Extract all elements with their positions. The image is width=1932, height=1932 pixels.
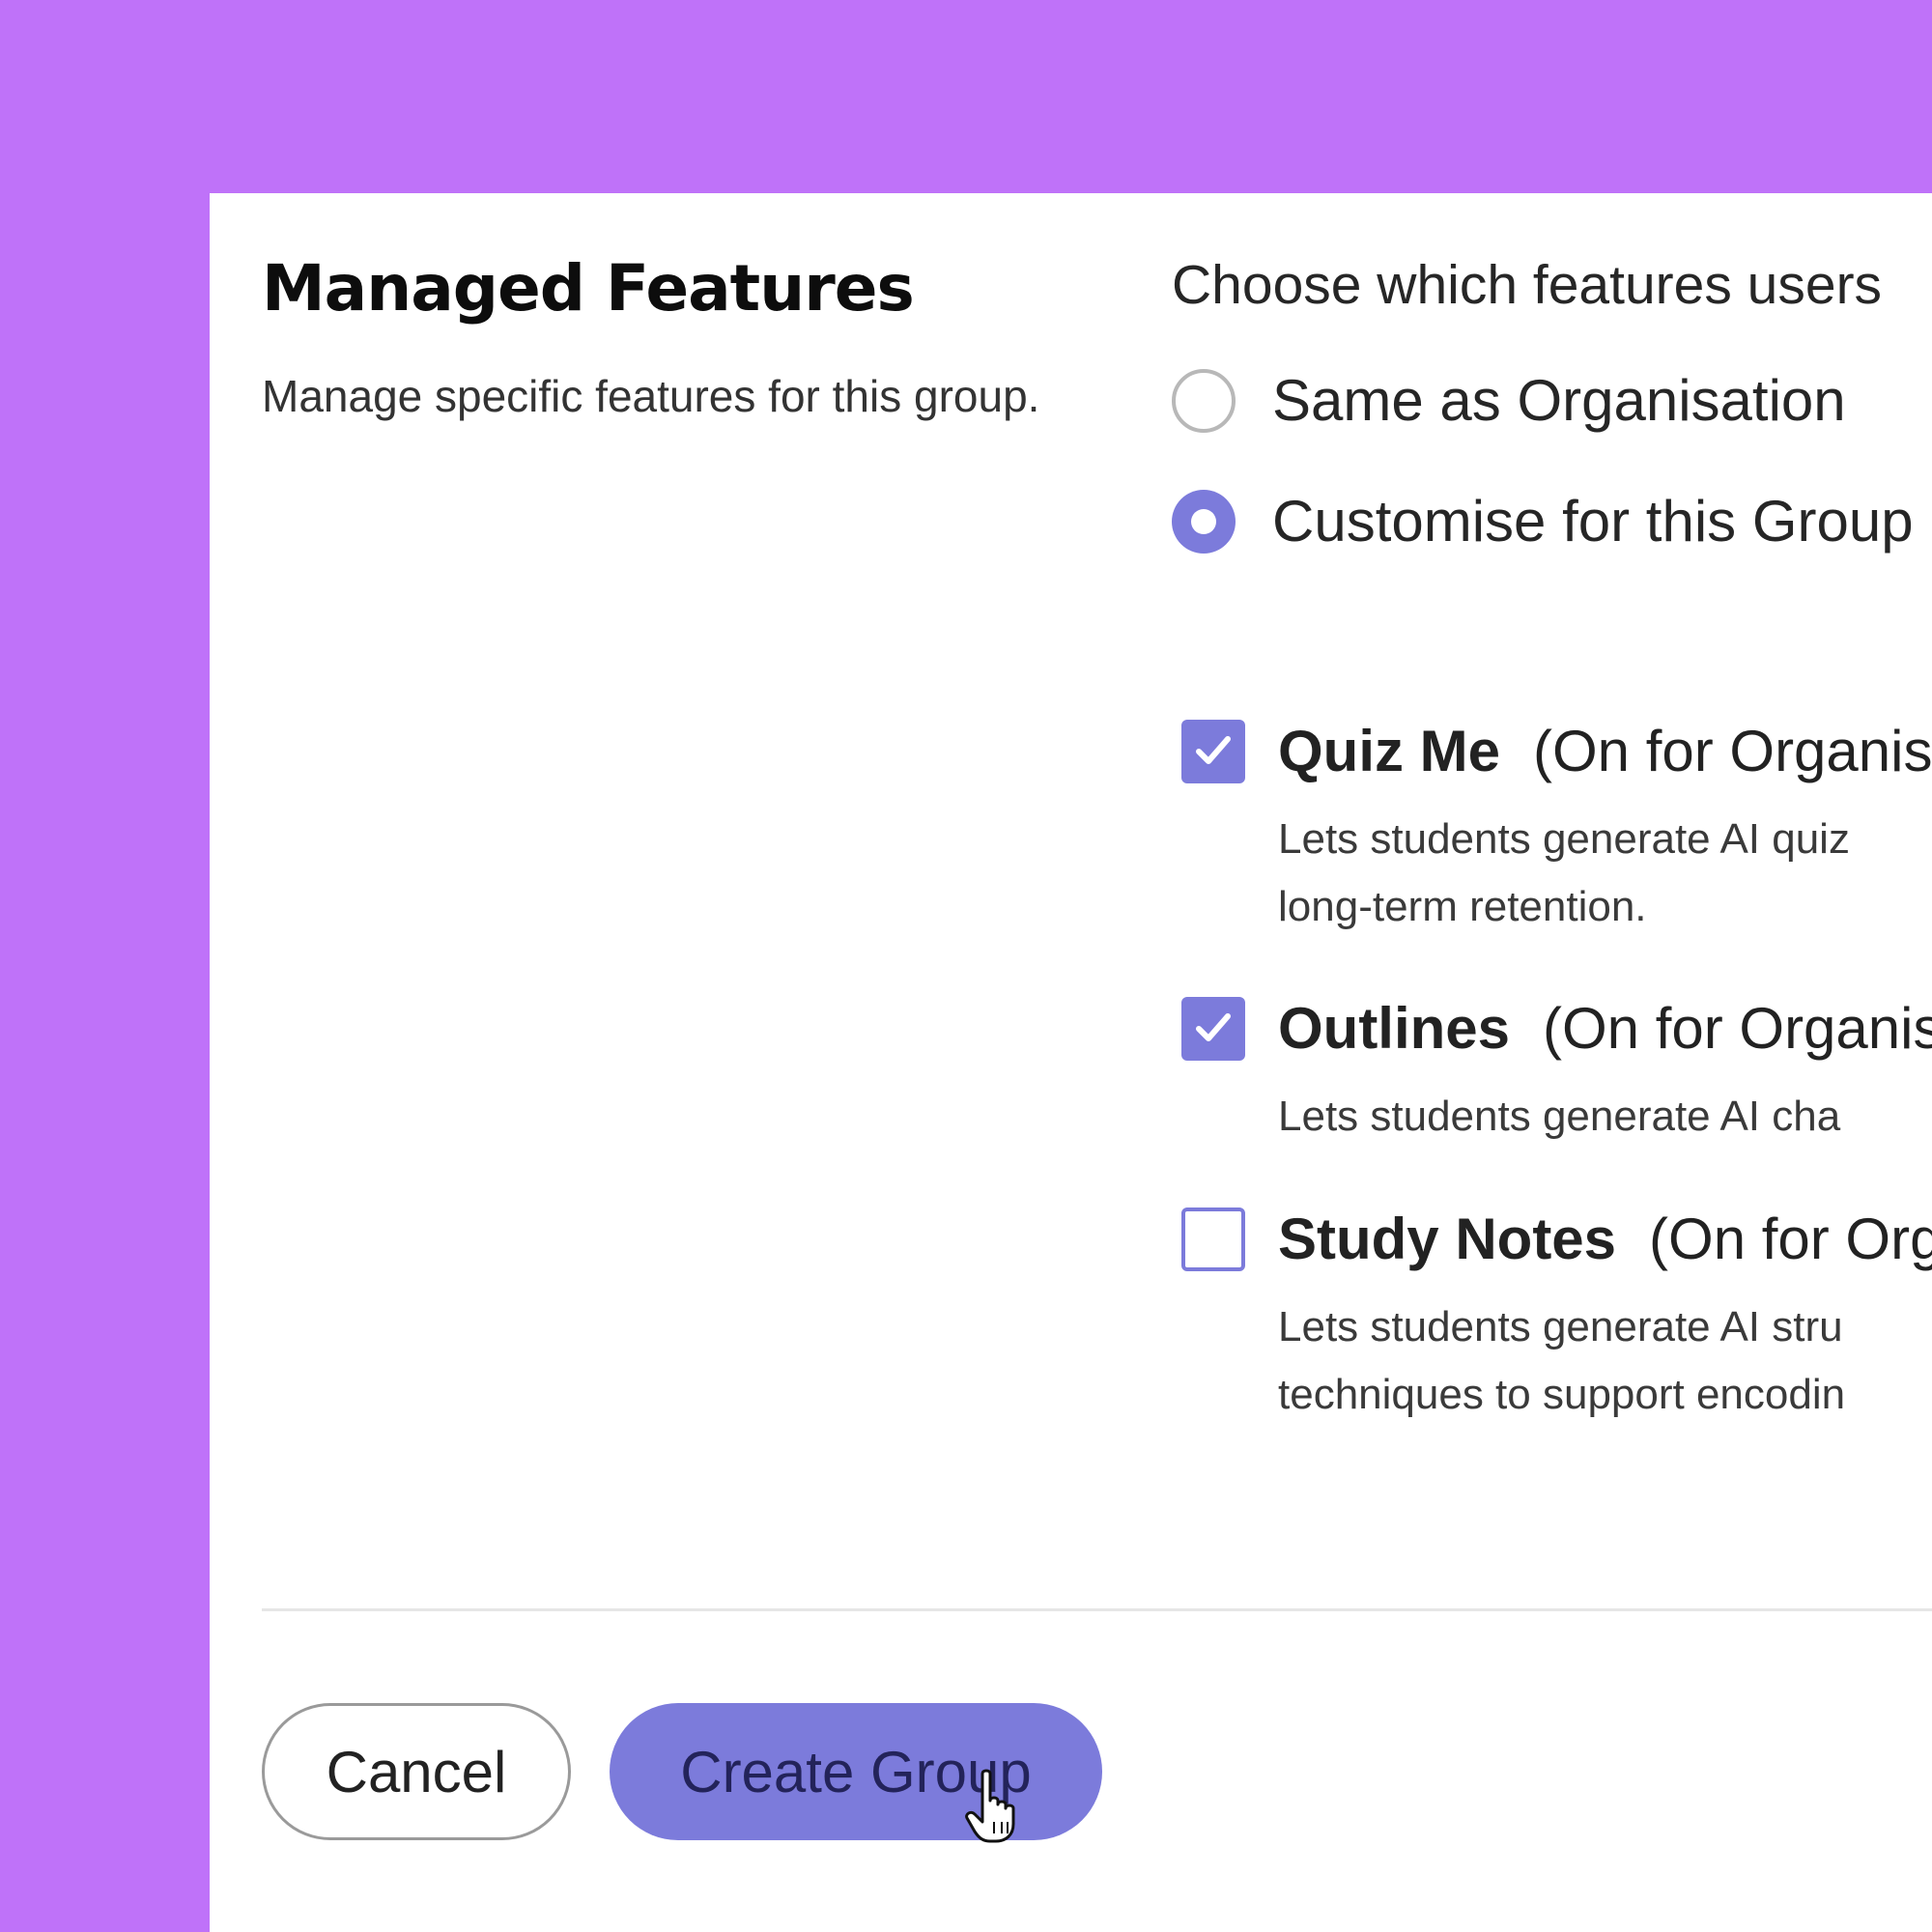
feature-name: Quiz Me <box>1278 719 1501 783</box>
radio-button-selected[interactable] <box>1172 489 1236 554</box>
feature-description-line: Lets students generate AI stru <box>1278 1303 1843 1350</box>
feature-settings: Choose which features users Same as Orga… <box>1172 193 1932 1739</box>
feature-name: Study Notes <box>1278 1207 1617 1271</box>
check-icon <box>1196 1012 1231 1041</box>
radio-label: Same as Organisation <box>1272 368 1846 433</box>
radio-same-as-organisation[interactable]: Same as Organisation <box>1172 367 1846 434</box>
radio-button-unselected[interactable] <box>1172 368 1236 433</box>
feature-org-status: (On for Org <box>1649 1207 1932 1271</box>
feature-name: Outlines <box>1278 996 1511 1061</box>
study-notes-checkbox[interactable] <box>1181 1207 1245 1271</box>
footer-divider <box>262 1608 1932 1611</box>
feature-item-outlines: Outlines (On for Organis Lets students g… <box>1181 995 1932 1151</box>
feature-description-line: techniques to support encodin <box>1278 1371 1846 1418</box>
feature-item-quiz-me: Quiz Me (On for Organis Lets students ge… <box>1181 718 1932 941</box>
page-subtitle: Manage specific features for this group. <box>262 371 1040 421</box>
feature-description-line: long-term retention. <box>1278 883 1647 930</box>
feature-description-line: Lets students generate AI quiz <box>1278 815 1850 863</box>
feature-description: Lets students generate AI cha <box>1278 1083 1932 1151</box>
quiz-me-checkbox[interactable] <box>1181 719 1245 783</box>
radio-label: Customise for this Group <box>1272 489 1914 554</box>
feature-org-status: (On for Organis <box>1543 996 1932 1061</box>
feature-description: Lets students generate AI quiz long-term… <box>1278 806 1932 941</box>
check-icon <box>1196 735 1231 764</box>
feature-org-status: (On for Organis <box>1533 719 1932 783</box>
feature-item-study-notes: Study Notes (On for Org Lets students ge… <box>1181 1206 1932 1429</box>
cancel-button[interactable]: Cancel <box>262 1703 571 1840</box>
radio-customise-for-group[interactable]: Customise for this Group <box>1172 488 1914 554</box>
feature-description: Lets students generate AI stru technique… <box>1278 1293 1932 1429</box>
outlines-checkbox[interactable] <box>1181 996 1245 1061</box>
create-group-button[interactable]: Create Group <box>610 1703 1102 1840</box>
feature-description-line: Lets students generate AI cha <box>1278 1093 1841 1140</box>
page-title: Managed Features <box>262 251 915 326</box>
feature-mode-prompt: Choose which features users <box>1172 254 1883 316</box>
managed-features-panel: Managed Features Manage specific feature… <box>210 193 1932 1932</box>
